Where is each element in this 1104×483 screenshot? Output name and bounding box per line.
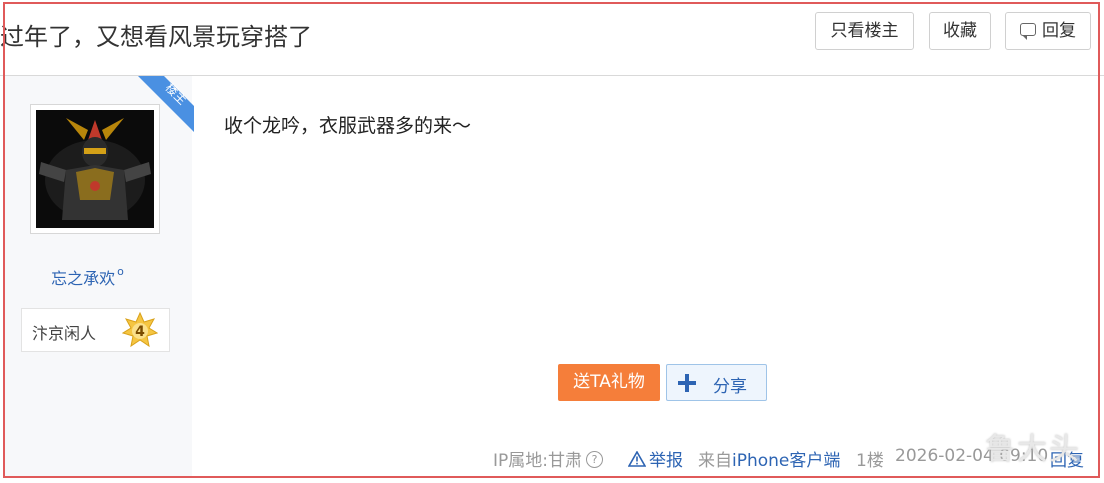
report-label[interactable]: 举报 [649,451,683,471]
share-plus-icon [678,374,696,392]
avatar[interactable] [36,110,154,228]
thread-title: 过年了，又想看风景玩穿搭了 [0,23,312,51]
post-content: 收个龙吟，衣服武器多的来～ [224,115,472,137]
level-title: 汴京闲人 [32,324,97,343]
ip-location: IP属地:甘肃? [493,446,603,471]
author-username-text[interactable]: 忘之承欢 [51,269,115,288]
floor-number: 1楼 [856,451,884,471]
share-button[interactable]: 分享 [666,364,767,401]
from-prefix: 来自 [698,451,732,471]
level-badge-icon: 4 [122,312,158,348]
post-header: 过年了，又想看风景玩穿搭了 只看楼主 收藏 回复 [0,0,1104,76]
op-ribbon: 楼主 [138,76,194,132]
report-link[interactable]: 举报 [627,446,683,471]
level-number: 4 [135,324,145,340]
author-username[interactable]: 忘之承欢 o [0,265,175,289]
favorite-button[interactable]: 收藏 [929,12,991,50]
client-link[interactable]: iPhone客户端 [732,451,840,471]
comment-icon [1020,22,1036,40]
watermark: 鲁大头 [985,432,1081,467]
help-icon[interactable]: ? [586,450,603,468]
send-gift-button[interactable]: 送TA礼物 [558,364,660,401]
client-source: 来自iPhone客户端 [698,446,840,471]
share-label: 分享 [713,377,747,397]
reply-button-label: 回复 [1042,21,1076,41]
warning-icon [627,450,647,467]
author-level[interactable]: 汴京闲人 4 [21,308,170,352]
reply-button[interactable]: 回复 [1005,12,1091,50]
username-mark: o [117,265,124,278]
ip-location-text: IP属地:甘肃 [493,451,582,471]
only-op-button[interactable]: 只看楼主 [815,12,914,50]
